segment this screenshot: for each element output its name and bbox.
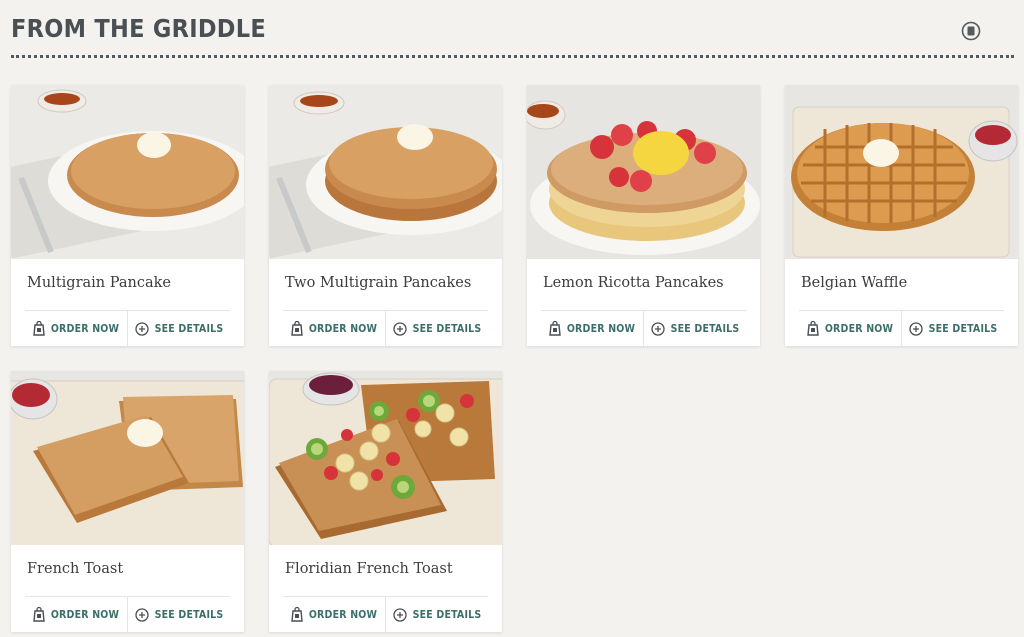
menu-item-image[interactable] — [269, 371, 502, 545]
menu-card: Belgian Waffle ORDER NOW SEE DETAILS — [785, 85, 1018, 346]
card-actions: ORDER NOW SEE DETAILS — [25, 311, 230, 346]
order-now-button[interactable]: ORDER NOW — [25, 311, 127, 346]
order-bag-icon — [33, 607, 45, 622]
plus-circle-icon — [134, 321, 149, 336]
section-title: FROM THE GRIDDLE — [11, 14, 266, 43]
see-details-label: SEE DETAILS — [154, 608, 224, 621]
menu-item-image[interactable] — [527, 85, 760, 259]
order-bag-icon — [807, 321, 819, 336]
order-now-button[interactable]: ORDER NOW — [541, 311, 643, 346]
order-now-button[interactable]: ORDER NOW — [283, 597, 385, 632]
order-now-label: ORDER NOW — [824, 322, 894, 335]
see-details-button[interactable]: SEE DETAILS — [644, 311, 746, 346]
plus-circle-icon — [392, 321, 407, 336]
single-view-icon[interactable] — [960, 20, 982, 42]
order-now-button[interactable]: ORDER NOW — [283, 311, 385, 346]
plus-circle-icon — [392, 607, 407, 622]
section-header: FROM THE GRIDDLE — [0, 0, 1024, 106]
menu-item-image[interactable] — [11, 85, 244, 259]
see-details-label: SEE DETAILS — [154, 322, 224, 335]
menu-card: Lemon Ricotta Pancakes ORDER NOW SEE DET… — [527, 85, 760, 346]
see-details-label: SEE DETAILS — [412, 608, 482, 621]
order-now-label: ORDER NOW — [566, 322, 636, 335]
menu-card: Multigrain Pancake ORDER NOW SEE DETAILS — [11, 85, 244, 346]
see-details-button[interactable]: SEE DETAILS — [128, 311, 230, 346]
card-actions: ORDER NOW SEE DETAILS — [799, 311, 1004, 346]
menu-card: Two Multigrain Pancakes ORDER NOW SEE DE… — [269, 85, 502, 346]
see-details-label: SEE DETAILS — [412, 322, 482, 335]
plus-circle-icon — [134, 607, 149, 622]
menu-card: French Toast ORDER NOW SEE DETAILS — [11, 371, 244, 632]
order-bag-icon — [33, 321, 45, 336]
order-now-label: ORDER NOW — [308, 608, 378, 621]
plus-circle-icon — [908, 321, 923, 336]
order-now-label: ORDER NOW — [50, 608, 120, 621]
card-actions: ORDER NOW SEE DETAILS — [283, 597, 488, 632]
see-details-label: SEE DETAILS — [670, 322, 740, 335]
order-bag-icon — [291, 607, 303, 622]
order-now-button[interactable]: ORDER NOW — [25, 597, 127, 632]
order-now-label: ORDER NOW — [50, 322, 120, 335]
see-details-button[interactable]: SEE DETAILS — [386, 311, 488, 346]
order-now-label: ORDER NOW — [308, 322, 378, 335]
see-details-button[interactable]: SEE DETAILS — [128, 597, 230, 632]
menu-card: Floridian French Toast ORDER NOW SEE DET… — [269, 371, 502, 632]
see-details-button[interactable]: SEE DETAILS — [902, 311, 1004, 346]
see-details-label: SEE DETAILS — [928, 322, 998, 335]
card-actions: ORDER NOW SEE DETAILS — [25, 597, 230, 632]
menu-item-title[interactable]: Lemon Ricotta Pancakes — [543, 275, 724, 291]
order-bag-icon — [291, 321, 303, 336]
menu-item-title[interactable]: French Toast — [27, 561, 123, 577]
menu-item-title[interactable]: Multigrain Pancake — [27, 275, 171, 291]
menu-item-image[interactable] — [269, 85, 502, 259]
see-details-button[interactable]: SEE DETAILS — [386, 597, 488, 632]
plus-circle-icon — [650, 321, 665, 336]
section-divider — [11, 55, 1014, 58]
menu-item-image[interactable] — [11, 371, 244, 545]
order-bag-icon — [549, 321, 561, 336]
order-now-button[interactable]: ORDER NOW — [799, 311, 901, 346]
menu-item-title[interactable]: Belgian Waffle — [801, 275, 907, 291]
menu-item-image[interactable] — [785, 85, 1018, 259]
menu-item-title[interactable]: Two Multigrain Pancakes — [285, 275, 471, 291]
card-actions: ORDER NOW SEE DETAILS — [283, 311, 488, 346]
menu-item-title[interactable]: Floridian French Toast — [285, 561, 453, 577]
card-actions: ORDER NOW SEE DETAILS — [541, 311, 746, 346]
